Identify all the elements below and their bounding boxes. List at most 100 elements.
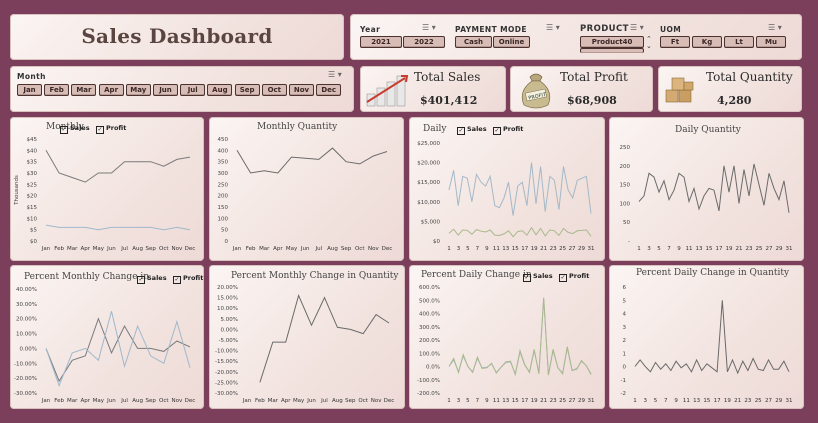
y-tick-label: -30.00% [215, 391, 238, 397]
x-tick-label: 29 [775, 398, 782, 404]
month-option-may[interactable]: May [125, 84, 151, 96]
chart-plot: 600.0% 500.0% 400.0% 300.0% 200.0% 100.0% 0.0%… [417, 285, 594, 404]
product-option-next[interactable] [580, 48, 644, 53]
x-tick-label: Sep [146, 246, 157, 252]
month-option-jul[interactable]: Jul [180, 84, 206, 96]
y-tick-label: -15.00% [215, 359, 238, 365]
y-tick-label: -30.00% [14, 391, 37, 397]
x-tick-label: 11 [686, 246, 693, 252]
y-tick-label: 0.00% [221, 327, 238, 333]
x-tick-label: Oct [358, 398, 368, 404]
x-tick-label: Apr [273, 246, 283, 252]
month-option-aug[interactable]: Aug [207, 84, 233, 96]
x-tick-label: Apr [81, 398, 91, 404]
y-tick-label: $20 [27, 194, 38, 200]
year-filter-icon[interactable]: ☰ ▾ [422, 23, 436, 32]
x-tick-label: 9 [485, 398, 489, 404]
chart-percent-daily-change-quantity: Percent Daily Change in Quantity 6 5 4 3 2 1 0-… [609, 265, 804, 409]
month-option-nov[interactable]: Nov [289, 84, 314, 96]
series-line-sales [448, 298, 592, 376]
month-option-sep[interactable]: Sep [234, 84, 260, 96]
month-option-jun[interactable]: Jun [153, 84, 178, 96]
uom-option-kg[interactable]: Kg [692, 36, 722, 48]
payment-filter-icon[interactable]: ☰ ▾ [546, 23, 560, 32]
x-tick-label: May [93, 246, 105, 252]
x-tick-label: Aug [327, 246, 338, 252]
uom-option-lt[interactable]: Lt [724, 36, 754, 48]
x-tick-label: 27 [765, 398, 772, 404]
kpi-sales-label: Total Sales [414, 70, 481, 84]
x-tick-label: 13 [693, 398, 700, 404]
x-tick-label: 17 [521, 398, 528, 404]
product-filter-icon[interactable]: ☰ ▾ [630, 23, 644, 32]
x-tick-label: 13 [502, 398, 509, 404]
month-option-feb[interactable]: Feb [44, 84, 70, 96]
chart-plot: 25020015010050-1 3 5 7 9 11 13 15 17 19 21 23 25 27 29… [620, 145, 793, 252]
y-tick-label: -100.0% [417, 378, 440, 384]
uom-option-ft[interactable]: Ft [660, 36, 690, 48]
month-option-oct[interactable]: Oct [261, 84, 287, 96]
month-filter-icon[interactable]: ☰ ▾ [328, 70, 342, 79]
series-line-profit [448, 226, 592, 238]
x-tick-label: 1 [447, 398, 451, 404]
series-line-profit [45, 311, 191, 388]
uom-option-mu[interactable]: Mu [756, 36, 786, 48]
x-tick-label: 29 [776, 246, 783, 252]
y-tick-label: -200.0% [417, 391, 440, 397]
year-slicer-title: Year [360, 25, 381, 34]
x-tick-label: 17 [521, 246, 528, 252]
y-tick-label: 5.00% [221, 317, 238, 323]
y-tick-label: $40 [27, 148, 38, 154]
month-option-jan[interactable]: Jan [17, 84, 42, 96]
x-tick-label: 5 [466, 398, 470, 404]
x-tick-label: Jun [300, 246, 310, 252]
x-tick-label: Mar [268, 398, 279, 404]
y-tick-label: 250 [620, 145, 631, 151]
y-tick-label: 200 [620, 164, 631, 170]
y-tick-label: 150 [218, 205, 229, 211]
chart-plot: 20.00% 15.00% 10.00% 5.00% 0.00% -5.00% -10.00… [215, 285, 394, 404]
y-tick-label: $35 [27, 160, 38, 166]
chart-percent-daily-change: Percent Daily Change in ✓ Sales ✓ Profit 600.… [409, 265, 605, 409]
x-tick-label: Sep [146, 398, 157, 404]
x-tick-label: May [286, 246, 298, 252]
year-option-2022[interactable]: 2022 [403, 36, 445, 48]
x-tick-label: 11 [493, 246, 500, 252]
uom-filter-icon[interactable]: ☰ ▾ [768, 23, 782, 32]
x-tick-label: Jan [41, 398, 51, 404]
x-tick-label: Nov [371, 398, 382, 404]
kpi-total-profit: PROFIT Total Profit $68,908 [510, 66, 653, 112]
payment-option-online[interactable]: Online [493, 36, 530, 48]
series-line-profit [448, 297, 592, 377]
y-tick-label: 15.00% [217, 296, 238, 302]
month-option-mar[interactable]: Mar [71, 84, 97, 96]
x-tick-label: 15 [512, 398, 519, 404]
x-tick-label: 5 [657, 246, 661, 252]
x-tick-label: 7 [667, 246, 671, 252]
month-option-apr[interactable]: Apr [98, 84, 124, 96]
kpi-quantity-label: Total Quantity [706, 70, 793, 84]
x-tick-label: 29 [578, 246, 585, 252]
payment-option-cash[interactable]: Cash [455, 36, 492, 48]
y-tick-label: 400.0% [419, 312, 440, 318]
x-tick-label: Jul [320, 398, 328, 404]
y-tick-label: 0.0% [426, 365, 440, 371]
year-option-2021[interactable]: 2021 [360, 36, 402, 48]
y-tick-label: 400 [218, 148, 229, 154]
y-tick-label: 10.00% [217, 306, 238, 312]
x-tick-label: 19 [531, 398, 538, 404]
x-tick-label: Feb [246, 246, 256, 252]
chart-percent-monthly-change-quantity: Percent Monthly Change in Quantity 20.00%… [209, 265, 405, 409]
x-tick-label: 7 [476, 398, 480, 404]
product-scrollbar[interactable]: ⌃ ⌄ [646, 36, 652, 50]
month-option-dec[interactable]: Dec [316, 84, 342, 96]
y-tick-label: -10.00% [215, 349, 238, 355]
y-tick-label: $5,000 [421, 219, 441, 225]
product-option-product40[interactable]: Product40 [580, 36, 644, 48]
x-tick-label: 11 [683, 398, 690, 404]
x-tick-label: Jul [314, 246, 322, 252]
chart-plot: 450 400 350 300 250 200 150 100 50 0Jan Feb Mar Apr M… [218, 137, 393, 252]
y-tick-label: -20.00% [14, 376, 37, 382]
x-tick-label: Jan [242, 398, 252, 404]
y-tick-label: 150 [620, 183, 631, 189]
